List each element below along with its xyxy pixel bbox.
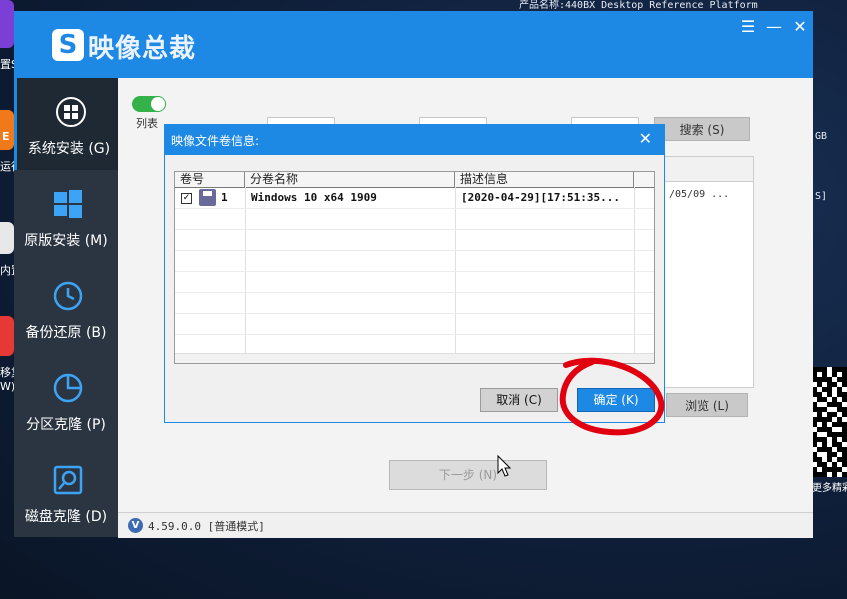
desktop-side-text: S] xyxy=(815,191,828,202)
horizontal-scrollbar[interactable] xyxy=(175,353,654,363)
floppy-disk-icon xyxy=(199,189,216,206)
image-list-table[interactable]: /05/09 ... xyxy=(664,156,754,388)
version-icon: V xyxy=(128,518,143,533)
table-header xyxy=(665,157,753,182)
next-step-button[interactable]: 下一步 (N) xyxy=(389,460,547,490)
grid-line xyxy=(175,271,654,272)
column-header-name[interactable]: 分卷名称 xyxy=(245,172,455,187)
table-header: 卷号 分卷名称 描述信息 xyxy=(175,172,654,188)
dialog-close-icon[interactable]: ✕ xyxy=(639,129,652,149)
windows-logo-icon xyxy=(54,190,82,218)
minimize-icon[interactable]: — xyxy=(763,17,785,37)
desktop-shortcut-icon[interactable] xyxy=(0,0,14,48)
close-icon[interactable]: ✕ xyxy=(789,17,811,37)
sidebar-item-label: 磁盘克隆 (D) xyxy=(24,509,108,525)
clock-restore-icon xyxy=(53,281,83,311)
row-index: 1 xyxy=(221,191,228,204)
app-logo-icon: S xyxy=(52,29,84,61)
table-cell-date: /05/09 ... xyxy=(669,189,730,200)
list-view-label: 列表 xyxy=(136,117,158,130)
status-bar: V 4.59.0.0 [普通模式] xyxy=(118,512,813,538)
list-view-toggle[interactable] xyxy=(132,96,166,112)
sidebar-item-partition-clone[interactable]: 分区克隆 (P) xyxy=(14,354,118,446)
grid-line xyxy=(175,292,654,293)
version-text: 4.59.0.0 [普通模式] xyxy=(148,520,265,533)
sidebar-item-system-install[interactable]: 系统安装 (G) xyxy=(14,78,118,170)
grid-line xyxy=(175,250,654,251)
app-title: 映像总裁 xyxy=(88,34,197,64)
sidebar-item-backup-restore[interactable]: 备份还原 (B) xyxy=(14,262,118,354)
desktop-side-text: GB xyxy=(815,131,828,142)
row-volume-name: Windows 10 x64 1909 xyxy=(251,191,377,204)
sidebar-item-original-install[interactable]: 原版安装 (M) xyxy=(14,170,118,262)
sidebar-item-label: 原版安装 (M) xyxy=(24,233,108,249)
desktop-shortcut-icon[interactable] xyxy=(0,316,14,356)
column-header-desc[interactable]: 描述信息 xyxy=(455,172,634,187)
grid-line xyxy=(175,313,654,314)
menu-icon[interactable]: ☰ xyxy=(737,17,759,37)
disk-search-icon xyxy=(53,465,83,495)
toggle-knob xyxy=(151,97,165,111)
browse-button[interactable]: 浏览 (L) xyxy=(666,393,748,417)
qr-code xyxy=(812,367,847,477)
column-header-volume[interactable]: 卷号 xyxy=(175,172,245,187)
grid-line xyxy=(245,187,246,357)
grid-line xyxy=(175,334,654,335)
row-checkbox[interactable]: ✓ xyxy=(181,193,192,204)
sidebar-item-label: 备份还原 (B) xyxy=(25,325,107,341)
grid-line xyxy=(175,208,654,209)
dialog-title: 映像文件卷信息: xyxy=(171,134,260,148)
ok-button[interactable]: 确定 (K) xyxy=(577,388,655,412)
grid-line xyxy=(455,187,456,357)
cancel-button[interactable]: 取消 (C) xyxy=(480,388,558,412)
volume-info-dialog: 映像文件卷信息: ✕ 卷号 分卷名称 描述信息 ✓ 1 Windows 10 x… xyxy=(164,124,665,423)
sidebar: 系统安装 (G) 原版安装 (M) 备份还原 (B) 分区克隆 (P) 磁盘克隆… xyxy=(14,78,118,537)
desktop-shortcut-label: E xyxy=(2,130,10,143)
volume-table[interactable]: 卷号 分卷名称 描述信息 ✓ 1 Windows 10 x64 1909 [20… xyxy=(174,171,655,364)
row-description: [2020-04-29][17:51:35... xyxy=(461,191,620,204)
grid-line xyxy=(175,229,654,230)
sidebar-item-label: 系统安装 (G) xyxy=(27,141,111,157)
grid-line xyxy=(634,187,635,357)
windows-logo-circle-icon xyxy=(56,97,86,127)
sidebar-item-label: 分区克隆 (P) xyxy=(26,417,106,433)
search-button[interactable]: 搜索 (S) xyxy=(654,117,750,141)
desktop-shortcut-icon[interactable] xyxy=(0,222,14,254)
desktop-shortcut-label: W) xyxy=(0,380,16,393)
sidebar-item-disk-clone[interactable]: 磁盘克隆 (D) xyxy=(14,446,118,538)
dialog-title-bar[interactable]: 映像文件卷信息: ✕ xyxy=(165,125,664,155)
title-bar[interactable]: S 映像总裁 ☰ — ✕ xyxy=(14,11,813,78)
qr-caption: 更多精彩 xyxy=(812,483,847,494)
pie-chart-icon xyxy=(53,373,83,403)
